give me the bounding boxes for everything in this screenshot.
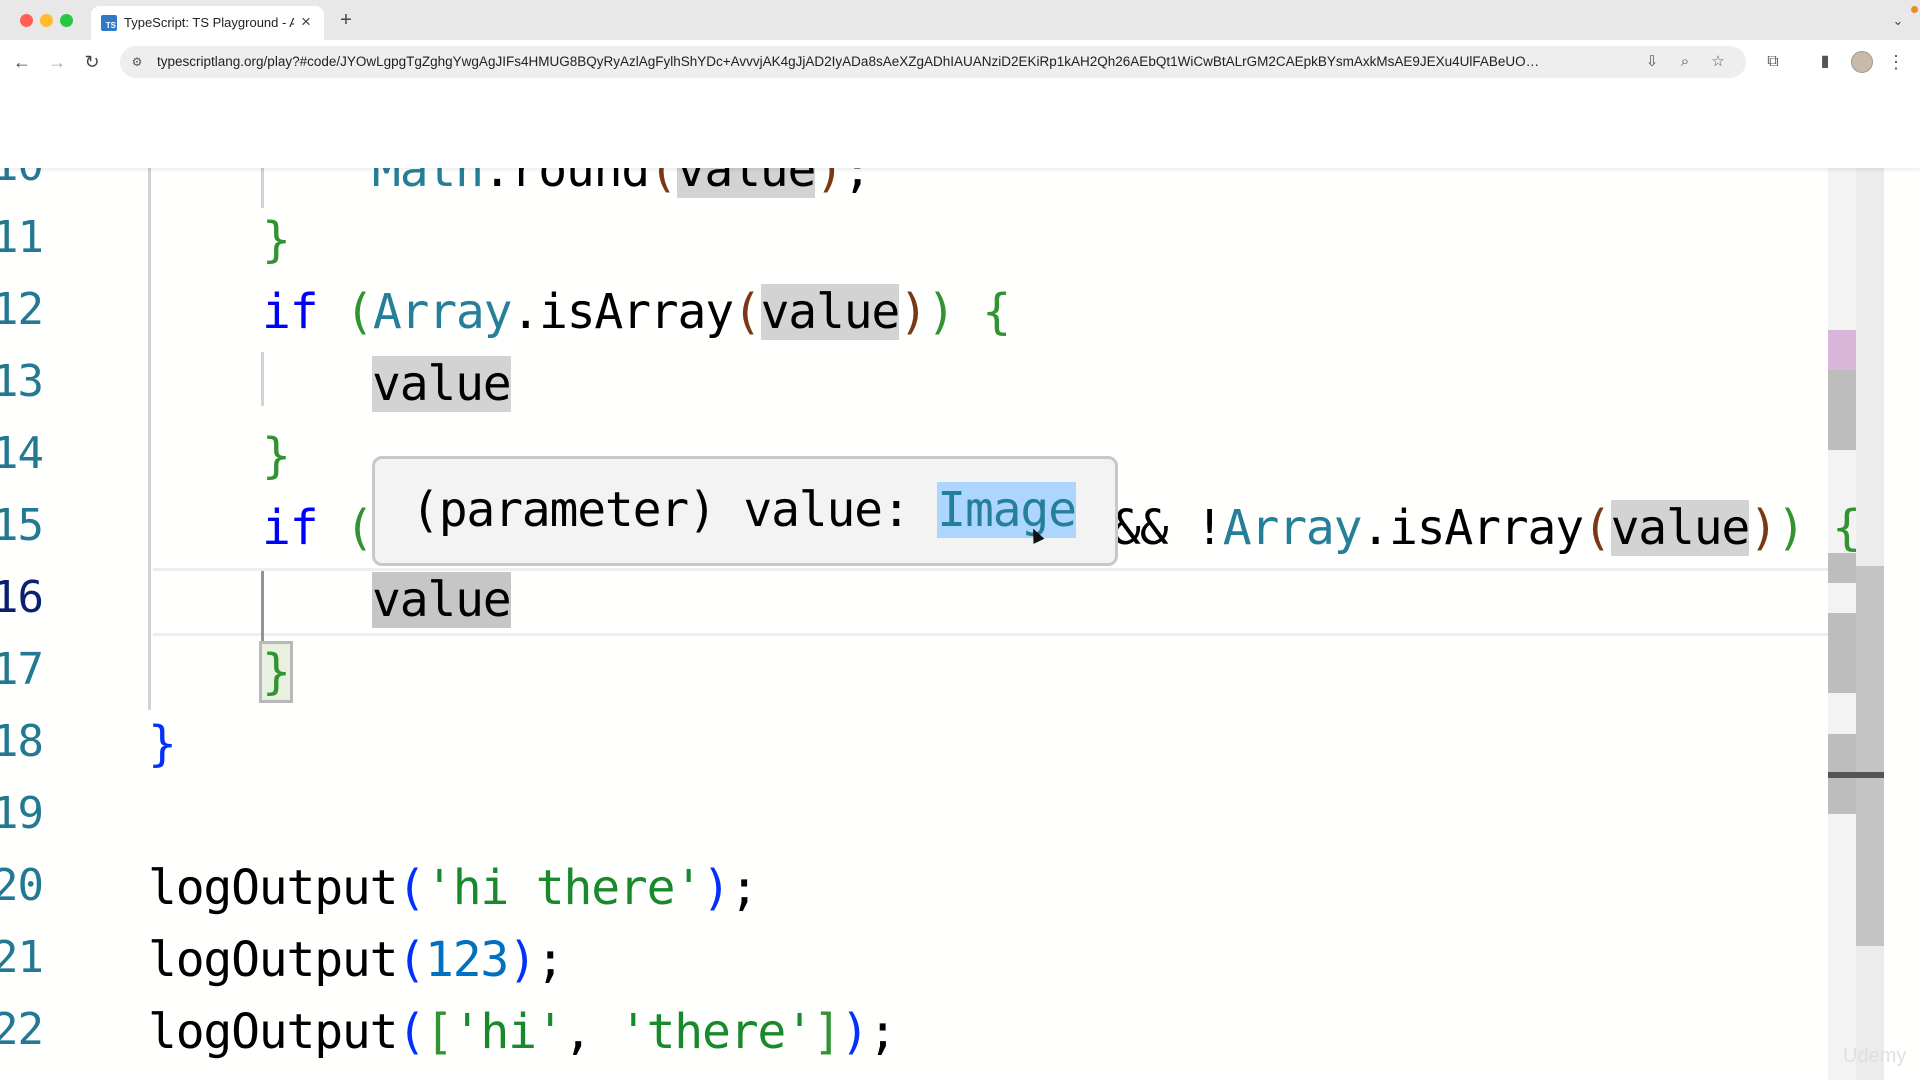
line-number: 11 [0, 212, 44, 263]
line-number: 18 [0, 716, 44, 767]
minimap-highlight [1828, 330, 1856, 370]
tooltip-text: (parameter) value: Image [411, 479, 1077, 541]
code-line-20: logOutput('hi there'); [148, 860, 759, 916]
window-maximize-button[interactable] [60, 14, 73, 27]
browser-tab[interactable]: TS TypeScript: TS Playground - A × [91, 6, 324, 40]
line-number: 17 [0, 644, 44, 695]
code-line-10: Math.round(value); [372, 168, 872, 200]
url-text[interactable]: typescriptlang.org/play?#code/JYOwLgpgTg… [157, 54, 1633, 69]
code-line-17: } [259, 641, 293, 703]
browser-menu-icon[interactable]: ⋮ [1885, 51, 1907, 73]
forward-button[interactable]: → [45, 50, 69, 74]
line-number: 12 [0, 284, 44, 335]
profile-avatar[interactable] [1851, 51, 1873, 73]
tooltip-signature: (parameter) value: [411, 482, 938, 538]
browser-toolbar: ← → ↻ ⚙ typescriptlang.org/play?#code/JY… [0, 40, 1920, 84]
udemy-watermark: Udemy [1843, 1045, 1907, 1067]
playground-header-area [0, 84, 1920, 168]
minimap-cursor-marker [1828, 772, 1884, 778]
line-number-active: 16 [0, 572, 44, 623]
scrollbar-thumb[interactable] [1856, 566, 1884, 946]
indent-guide [261, 168, 264, 208]
browser-tab-bar: TS TypeScript: TS Playground - A × + ⌄ [0, 0, 1920, 40]
line-number: 13 [0, 356, 44, 407]
code-line-21: logOutput(123); [148, 932, 565, 988]
indent-guide [261, 352, 264, 406]
code-line-13: value [372, 356, 512, 412]
tab-close-icon[interactable]: × [296, 12, 316, 32]
zoom-icon[interactable]: ⌕ [1675, 52, 1695, 72]
code-line-15: if ( [262, 500, 374, 556]
tooltip-type-name[interactable]: Image [937, 482, 1077, 538]
tab-title: TypeScript: TS Playground - A [124, 15, 294, 30]
reload-button[interactable]: ↻ [80, 50, 104, 74]
minimap-block [1828, 370, 1856, 450]
code-line-12: if (Array.isArray(value)) { [262, 284, 1011, 340]
install-app-icon[interactable]: ⇩ [1642, 52, 1662, 72]
bookmark-star-icon[interactable]: ☆ [1708, 52, 1728, 72]
code-line-18: } [148, 716, 177, 772]
code-line-16: value [372, 572, 512, 628]
extensions-icon[interactable]: ⧉ [1762, 51, 1784, 73]
code-editor[interactable]: 10 11 12 13 14 15 16 17 18 19 20 21 22 M… [0, 168, 1920, 1080]
code-line-15-tail: && !Array.isArray(value)) { [1112, 500, 1861, 556]
line-number: 19 [0, 788, 44, 839]
side-panel-icon[interactable]: ▮ [1814, 51, 1836, 73]
back-button[interactable]: ← [10, 50, 34, 74]
window-close-button[interactable] [20, 14, 33, 27]
screen: TS TypeScript: TS Playground - A × + ⌄ ←… [0, 0, 1920, 1080]
typescript-favicon-icon: TS [101, 15, 117, 31]
code-line-11: } [262, 212, 291, 268]
line-number: 14 [0, 428, 44, 479]
line-number: 22 [0, 1004, 44, 1055]
address-bar[interactable]: ⚙ typescriptlang.org/play?#code/JYOwLgpg… [120, 46, 1746, 78]
code-line-14: } [262, 428, 291, 484]
code-line-22: logOutput(['hi', 'there']); [148, 1004, 897, 1060]
line-number: 10 [0, 168, 62, 191]
update-indicator-dot [1911, 6, 1918, 13]
window-minimize-button[interactable] [40, 14, 53, 27]
site-info-icon[interactable]: ⚙ [129, 54, 145, 70]
hover-tooltip: (parameter) value: Image [372, 456, 1118, 566]
indent-guide [148, 168, 151, 710]
line-number: 15 [0, 500, 44, 551]
line-number: 21 [0, 932, 44, 983]
tab-search-chevron-icon[interactable]: ⌄ [1887, 10, 1909, 32]
line-number: 20 [0, 860, 44, 911]
minimap-block [1828, 613, 1856, 693]
new-tab-button[interactable]: + [334, 8, 358, 32]
